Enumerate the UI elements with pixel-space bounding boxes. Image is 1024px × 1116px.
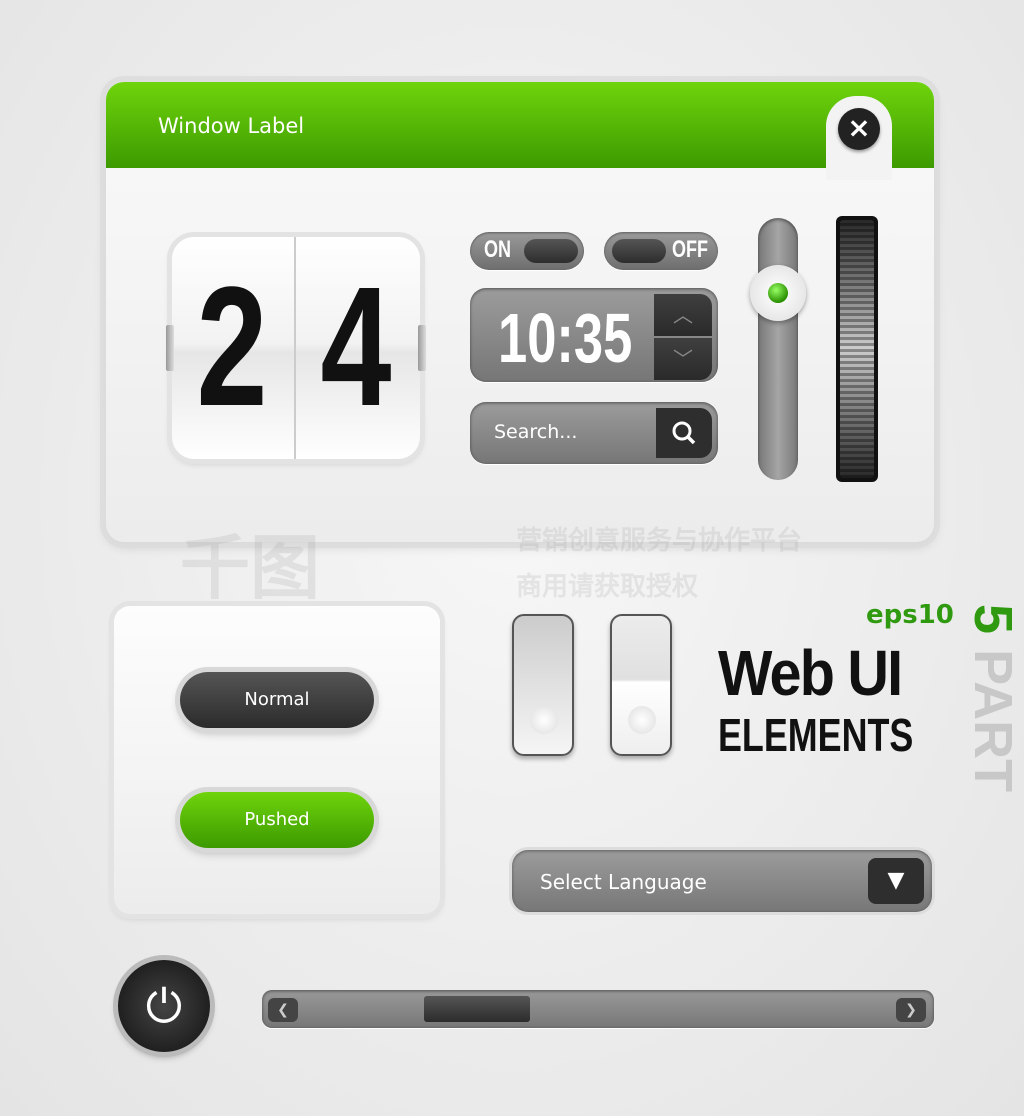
close-button[interactable]: ×	[838, 108, 880, 150]
flip-digit: 2	[196, 252, 268, 442]
scroll-left-button[interactable]: ❮	[268, 998, 298, 1022]
eps-label: eps10	[866, 600, 954, 630]
toggle-on-label: ON	[484, 236, 511, 263]
part-label: 5 PART	[963, 604, 1024, 792]
toggle-off[interactable]: OFF	[604, 232, 718, 270]
led-indicator	[768, 282, 788, 303]
chevron-down-icon: ﹀	[673, 347, 693, 371]
window-title: Window Label	[158, 114, 305, 138]
part-number: 5	[963, 604, 1023, 635]
window: Window Label × 2 4 ON OFF 10:35 ︿ ﹀ Sear…	[106, 82, 934, 542]
vertical-slider-handle[interactable]	[750, 264, 806, 321]
language-select[interactable]: Select Language ▼	[512, 850, 932, 912]
watermark-line2: 商用请获取授权	[516, 572, 699, 602]
rocker-dot	[628, 706, 656, 734]
flip-divider	[294, 237, 296, 459]
buttons-panel: Normal Pushed	[114, 606, 440, 914]
search-button[interactable]	[656, 408, 712, 458]
power-button[interactable]: ⏻	[118, 960, 210, 1052]
time-down-button[interactable]: ﹀	[654, 338, 712, 380]
chevron-up-icon: ︿	[673, 303, 693, 327]
toggle-knob	[612, 239, 666, 263]
language-select-value: Select Language	[540, 870, 707, 894]
normal-button[interactable]: Normal	[180, 672, 374, 728]
scrollbar-thumb[interactable]	[424, 996, 530, 1022]
rocker-switch[interactable]	[610, 614, 672, 756]
scroll-right-button[interactable]: ❯	[896, 998, 926, 1022]
watermark-logo: 千图	[180, 527, 320, 609]
toggle-off-label: OFF	[672, 236, 708, 263]
rocker-switch[interactable]	[512, 614, 574, 756]
search-icon	[672, 421, 696, 445]
chevron-right-icon: ❯	[905, 1002, 917, 1018]
brand-subtitle: ELEMENTS	[718, 709, 914, 761]
flip-clock: 2 4	[166, 237, 426, 459]
rocker-dot	[530, 706, 558, 734]
brand-title: Web UI	[718, 637, 903, 709]
toggle-on[interactable]: ON	[470, 232, 584, 270]
close-icon: ×	[847, 111, 871, 144]
power-icon: ⏻	[145, 979, 183, 1033]
hinge	[166, 325, 174, 371]
scroll-wheel[interactable]	[836, 216, 878, 482]
caret-down-icon: ▼	[887, 868, 905, 893]
search-placeholder: Search...	[494, 421, 578, 443]
time-value[interactable]: 10:35	[498, 298, 632, 378]
horizontal-scrollbar[interactable]: ❮ ❯	[262, 990, 934, 1028]
language-select-toggle[interactable]: ▼	[868, 858, 924, 904]
time-picker: 10:35 ︿ ﹀	[470, 288, 718, 382]
chevron-left-icon: ❮	[277, 1002, 289, 1018]
part-word: PART	[963, 649, 1023, 793]
hinge	[418, 325, 426, 371]
search-input[interactable]: Search...	[470, 402, 718, 464]
pushed-button[interactable]: Pushed	[180, 792, 374, 848]
time-up-button[interactable]: ︿	[654, 294, 712, 336]
wheel-grip	[840, 220, 874, 478]
toggle-knob	[524, 239, 578, 263]
watermark-line1: 营销创意服务与协作平台	[516, 526, 803, 556]
flip-digit: 4	[320, 252, 392, 442]
vertical-slider-track[interactable]	[758, 218, 798, 480]
